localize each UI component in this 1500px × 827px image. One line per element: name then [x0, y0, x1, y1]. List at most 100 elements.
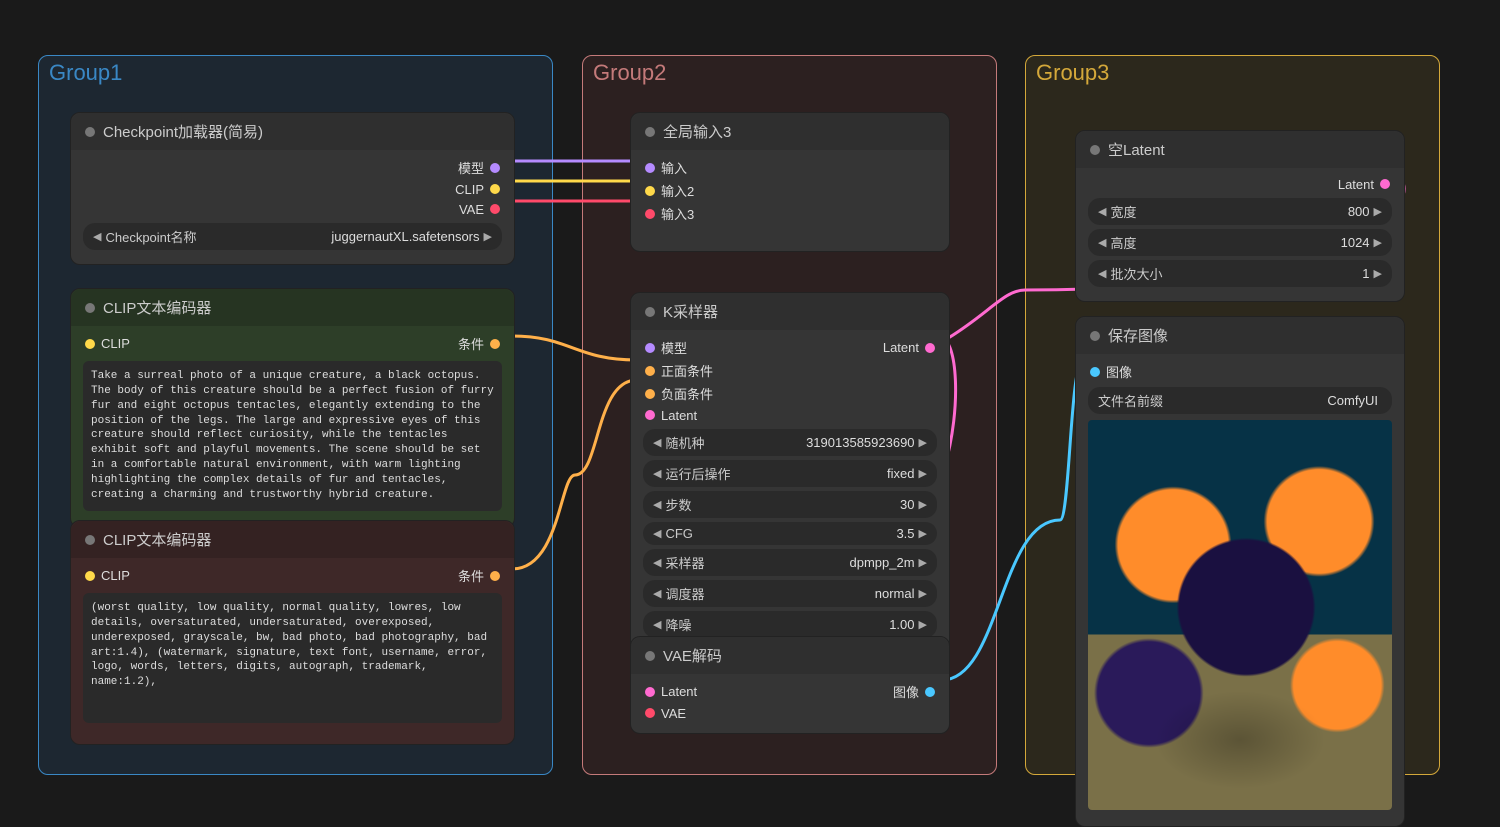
output-image-preview[interactable] [1088, 420, 1392, 810]
input-port-1[interactable]: 输入 [631, 156, 949, 179]
port-dot-icon[interactable] [490, 184, 500, 194]
widget-scheduler[interactable]: 调度器normal [643, 580, 937, 607]
widget-height[interactable]: 高度1024 [1088, 229, 1392, 256]
node-vae-decode[interactable]: VAE解码 Latent 图像 VAE [630, 636, 950, 734]
widget-after-generate[interactable]: 运行后操作fixed [643, 460, 937, 487]
input-port-positive[interactable]: 正面条件 [631, 359, 949, 382]
node-header[interactable]: 保存图像 [1076, 317, 1404, 354]
arrow-right-icon[interactable] [919, 587, 927, 600]
node-clip-text-encode-negative[interactable]: CLIP文本编码器 CLIP 条件 (worst quality, low qu… [70, 520, 515, 745]
port-dot-icon[interactable] [645, 687, 655, 697]
node-header[interactable]: K采样器 [631, 293, 949, 330]
arrow-right-icon[interactable] [484, 230, 492, 243]
node-collapse-icon[interactable] [85, 535, 95, 545]
node-global-inputs[interactable]: 全局输入3 输入 输入2 输入3 [630, 112, 950, 252]
arrow-right-icon[interactable] [919, 618, 927, 631]
output-port-image[interactable]: 图像 [893, 682, 935, 701]
port-dot-icon[interactable] [645, 343, 655, 353]
arrow-left-icon[interactable] [1098, 205, 1106, 218]
widget-seed[interactable]: 随机种319013585923690 [643, 429, 937, 456]
node-save-image[interactable]: 保存图像 图像 文件名前缀 ComfyUI [1075, 316, 1405, 827]
input-port-3[interactable]: 输入3 [631, 202, 949, 225]
arrow-left-icon[interactable] [1098, 267, 1106, 280]
arrow-right-icon[interactable] [919, 527, 927, 540]
node-empty-latent[interactable]: 空Latent Latent 宽度800 高度1024 批次大小1 [1075, 130, 1405, 302]
port-dot-icon[interactable] [925, 687, 935, 697]
port-dot-icon[interactable] [645, 708, 655, 718]
node-header[interactable]: Checkpoint加载器(简易) [71, 113, 514, 150]
node-collapse-icon[interactable] [645, 127, 655, 137]
arrow-left-icon[interactable] [1098, 236, 1106, 249]
widget-sampler[interactable]: 采样器dpmpp_2m [643, 549, 937, 576]
arrow-left-icon[interactable] [653, 556, 661, 569]
arrow-right-icon[interactable] [1374, 205, 1382, 218]
node-header[interactable]: CLIP文本编码器 [71, 289, 514, 326]
input-port-2[interactable]: 输入2 [631, 179, 949, 202]
arrow-left-icon[interactable] [653, 436, 661, 449]
port-dot-icon[interactable] [1090, 367, 1100, 377]
widget-steps[interactable]: 步数30 [643, 491, 937, 518]
node-header[interactable]: 空Latent [1076, 131, 1404, 168]
port-dot-icon[interactable] [645, 366, 655, 376]
arrow-right-icon[interactable] [1374, 267, 1382, 280]
node-collapse-icon[interactable] [85, 127, 95, 137]
node-header[interactable]: 全局输入3 [631, 113, 949, 150]
input-port-clip[interactable]: CLIP [85, 568, 130, 583]
input-port-negative[interactable]: 负面条件 [631, 382, 949, 405]
input-port-latent[interactable]: Latent [645, 684, 697, 699]
arrow-left-icon[interactable] [653, 527, 661, 540]
output-port-clip[interactable]: CLIP [71, 179, 514, 199]
input-port-image[interactable]: 图像 [1076, 360, 1404, 383]
arrow-left-icon[interactable] [653, 498, 661, 511]
port-dot-icon[interactable] [490, 163, 500, 173]
widget-cfg[interactable]: CFG3.5 [643, 522, 937, 545]
port-dot-icon[interactable] [645, 410, 655, 420]
input-port-latent[interactable]: Latent [631, 405, 949, 425]
arrow-right-icon[interactable] [919, 467, 927, 480]
widget-checkpoint-name[interactable]: Checkpoint名称 juggernautXL.safetensors [83, 223, 502, 250]
output-port-latent[interactable]: Latent [1076, 174, 1404, 194]
node-collapse-icon[interactable] [1090, 331, 1100, 341]
port-dot-icon[interactable] [490, 571, 500, 581]
port-dot-icon[interactable] [85, 571, 95, 581]
port-dot-icon[interactable] [925, 343, 935, 353]
arrow-left-icon[interactable] [653, 467, 661, 480]
port-dot-icon[interactable] [645, 163, 655, 173]
port-dot-icon[interactable] [645, 389, 655, 399]
input-port-model[interactable]: 模型 [645, 338, 687, 357]
output-port-model[interactable]: 模型 [71, 156, 514, 179]
output-port-latent[interactable]: Latent [883, 340, 935, 355]
arrow-left-icon[interactable] [653, 618, 661, 631]
arrow-right-icon[interactable] [919, 498, 927, 511]
port-dot-icon[interactable] [645, 209, 655, 219]
prompt-textarea-negative[interactable]: (worst quality, low quality, normal qual… [83, 593, 502, 723]
widget-denoise[interactable]: 降噪1.00 [643, 611, 937, 638]
node-checkpoint-loader[interactable]: Checkpoint加载器(简易) 模型 CLIP VAE Checkpoint… [70, 112, 515, 265]
output-port-conditioning[interactable]: 条件 [458, 334, 500, 353]
node-collapse-icon[interactable] [645, 307, 655, 317]
node-header[interactable]: CLIP文本编码器 [71, 521, 514, 558]
node-collapse-icon[interactable] [645, 651, 655, 661]
output-port-vae[interactable]: VAE [71, 199, 514, 219]
arrow-right-icon[interactable] [1374, 236, 1382, 249]
port-dot-icon[interactable] [1380, 179, 1390, 189]
widget-width[interactable]: 宽度800 [1088, 198, 1392, 225]
input-port-vae[interactable]: VAE [631, 703, 949, 723]
widget-filename-prefix[interactable]: 文件名前缀 ComfyUI [1088, 387, 1392, 414]
arrow-right-icon[interactable] [919, 556, 927, 569]
node-ksampler[interactable]: K采样器 模型 Latent 正面条件 负面条件 [630, 292, 950, 653]
node-collapse-icon[interactable] [1090, 145, 1100, 155]
node-clip-text-encode-positive[interactable]: CLIP文本编码器 CLIP 条件 Take a surreal photo o… [70, 288, 515, 528]
port-dot-icon[interactable] [490, 204, 500, 214]
output-port-conditioning[interactable]: 条件 [458, 566, 500, 585]
input-port-clip[interactable]: CLIP [85, 336, 130, 351]
node-collapse-icon[interactable] [85, 303, 95, 313]
node-header[interactable]: VAE解码 [631, 637, 949, 674]
arrow-left-icon[interactable] [653, 587, 661, 600]
port-dot-icon[interactable] [645, 186, 655, 196]
port-dot-icon[interactable] [85, 339, 95, 349]
arrow-right-icon[interactable] [919, 436, 927, 449]
prompt-textarea-positive[interactable]: Take a surreal photo of a unique creatur… [83, 361, 502, 511]
widget-batch-size[interactable]: 批次大小1 [1088, 260, 1392, 287]
arrow-left-icon[interactable] [93, 230, 101, 243]
